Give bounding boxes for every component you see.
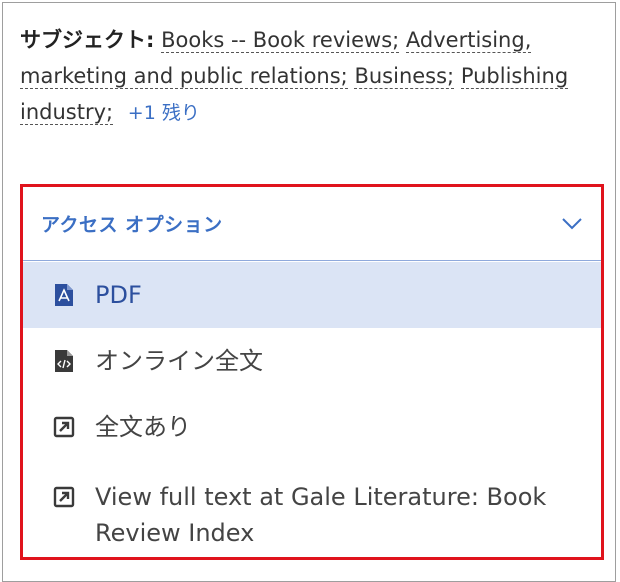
subjects-label: サブジェクト: — [20, 28, 155, 52]
subject-link[interactable]: Books -- Book reviews; — [161, 28, 400, 53]
access-option-label: PDF — [95, 281, 142, 309]
access-options-panel: アクセス オプション PDF オンライン全文 全文あり View full te… — [20, 184, 604, 560]
access-option-label: 全文あり — [95, 413, 191, 441]
subject-link[interactable]: Business; — [354, 64, 455, 89]
access-option-label: オンライン全文 — [95, 347, 263, 375]
pdf-file-icon — [55, 284, 73, 306]
access-options-title: アクセス オプション — [41, 214, 223, 236]
access-option-pdf[interactable]: PDF — [23, 262, 601, 328]
access-options-toggle[interactable]: アクセス オプション — [23, 187, 601, 261]
external-link-icon — [53, 416, 75, 438]
chevron-down-icon — [562, 217, 582, 229]
more-subjects-link[interactable]: +1 残り — [128, 102, 200, 124]
external-link-icon — [53, 486, 75, 508]
access-option-gale-link[interactable]: View full text at Gale Literature: Book … — [23, 479, 601, 559]
access-option-label: View full text at Gale Literature: Book … — [95, 483, 547, 547]
code-file-icon — [55, 350, 73, 372]
access-option-fulltext-available[interactable]: 全文あり — [23, 394, 601, 460]
subjects-section: サブジェクト: Books -- Book reviews; Advertisi… — [20, 22, 600, 131]
access-option-online-fulltext[interactable]: オンライン全文 — [23, 328, 601, 394]
